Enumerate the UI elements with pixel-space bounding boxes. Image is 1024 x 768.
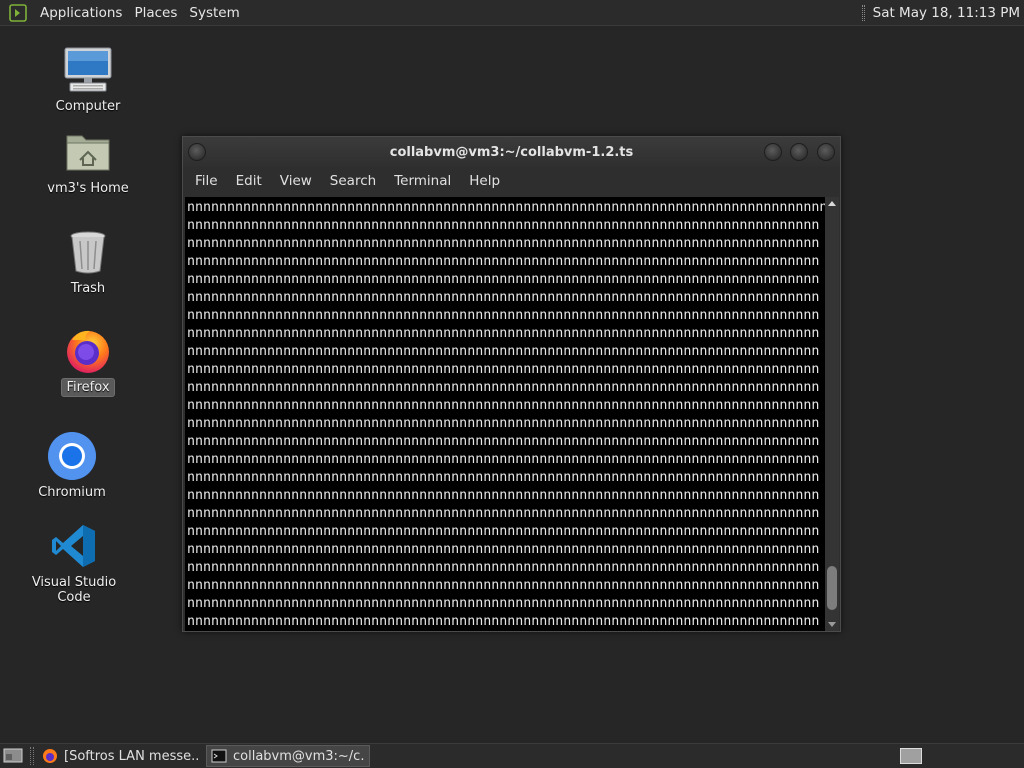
menu-places[interactable]: Places: [128, 5, 183, 21]
terminal-menubar: File Edit View Search Terminal Help: [183, 167, 840, 195]
taskbar-item-label: collabvm@vm3:~/c...: [233, 748, 365, 764]
desktop-icon-computer[interactable]: Computer: [28, 44, 148, 115]
terminal-output[interactable]: nnnnnnnnnnnnnnnnnnnnnnnnnnnnnnnnnnnnnnnn…: [185, 197, 826, 631]
taskbar-item-label: [Softros LAN messe...: [64, 748, 198, 764]
top-panel: Applications Places System Sat May 18, 1…: [0, 0, 1024, 26]
desktop-icon-trash[interactable]: Trash: [28, 226, 148, 297]
terminal-window[interactable]: collabvm@vm3:~/collabvm-1.2.ts File Edit…: [182, 136, 841, 632]
distro-logo-icon[interactable]: [8, 3, 28, 23]
firefox-icon: [43, 749, 57, 763]
desktop-icon-firefox[interactable]: Firefox: [28, 324, 148, 397]
panel-separator: [861, 4, 865, 21]
panel-separator: [30, 747, 34, 765]
scrollbar-thumb[interactable]: [827, 565, 837, 610]
show-desktop-icon: [3, 748, 23, 763]
menu-applications[interactable]: Applications: [34, 5, 128, 21]
menu-system[interactable]: System: [183, 5, 245, 21]
desktop-icon-label: Visual Studio Code: [31, 575, 117, 605]
home-folder-icon: [62, 126, 114, 178]
scroll-up-arrow-icon[interactable]: [828, 201, 836, 206]
desktop-icon-vscode[interactable]: Visual Studio Code: [14, 520, 134, 606]
computer-icon: [62, 44, 114, 96]
window-menu-button[interactable]: [188, 143, 206, 161]
menu-edit[interactable]: Edit: [228, 173, 270, 189]
terminal-scrollbar[interactable]: [825, 197, 839, 631]
menu-file[interactable]: File: [187, 173, 226, 189]
desktop-icon-label: vm3's Home: [47, 181, 129, 196]
taskbar-item-softros[interactable]: [Softros LAN messe...: [38, 745, 202, 767]
terminal-icon: [211, 749, 227, 763]
menu-search[interactable]: Search: [322, 173, 384, 189]
window-titlebar[interactable]: collabvm@vm3:~/collabvm-1.2.ts: [183, 137, 840, 167]
close-button[interactable]: [817, 143, 835, 161]
desktop-icon-label: Trash: [70, 281, 106, 296]
minimize-button[interactable]: [764, 143, 782, 161]
scroll-down-arrow-icon[interactable]: [828, 622, 836, 627]
window-title: collabvm@vm3:~/collabvm-1.2.ts: [389, 144, 634, 160]
terminal-content: nnnnnnnnnnnnnnnnnnnnnnnnnnnnnnnnnnnnnnnn…: [187, 200, 826, 629]
menu-terminal[interactable]: Terminal: [386, 173, 459, 189]
vscode-icon: [48, 520, 100, 572]
desktop-icon-label: Computer: [55, 99, 121, 114]
terminal-text: nnnnnnnnnnnnnnnnnnnnnnnnnnnnnnnnnnnnnnnn…: [185, 197, 826, 631]
desktop-icon-chromium[interactable]: Chromium: [12, 430, 132, 501]
trash-icon: [62, 226, 114, 278]
clock[interactable]: Sat May 18, 11:13 PM: [873, 5, 1020, 21]
desktop-icon-label: Chromium: [38, 485, 106, 500]
workspace-switcher[interactable]: [900, 748, 922, 764]
taskbar-item-terminal[interactable]: collabvm@vm3:~/c...: [206, 745, 370, 767]
chromium-icon: [46, 430, 98, 482]
firefox-icon: [62, 324, 114, 376]
menu-view[interactable]: View: [272, 173, 320, 189]
bottom-panel: [Softros LAN messe... collabvm@vm3:~/c..…: [0, 743, 1024, 768]
menu-help[interactable]: Help: [461, 173, 508, 189]
desktop-icon-home[interactable]: vm3's Home: [28, 126, 148, 197]
maximize-button[interactable]: [790, 143, 808, 161]
desktop-icon-label: Firefox: [61, 378, 115, 397]
show-desktop-button[interactable]: [2, 747, 24, 765]
